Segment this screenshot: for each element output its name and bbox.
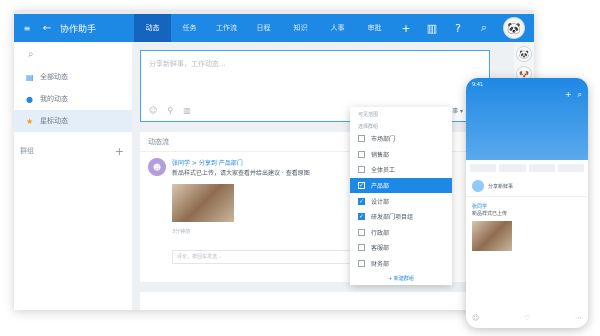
phone-chip[interactable] bbox=[557, 164, 584, 172]
phone-header-icons: + ⌕ bbox=[565, 90, 582, 100]
dropdown-option[interactable]: 销售部 bbox=[350, 147, 452, 163]
more-icon[interactable]: ⋯ bbox=[575, 314, 582, 322]
visibility-dropdown: 可见范围 选择群组 市场部门 销售部 全体员工 ✓ 产品部 ✓ 设计部 ✓ 研发部门项… bbox=[350, 107, 452, 285]
comment-input[interactable]: 评论，按回车发送... bbox=[172, 250, 372, 264]
app-title: 协作助手 bbox=[60, 24, 97, 35]
phone-compose-label: 分享新鲜事 bbox=[488, 183, 514, 190]
user-icon: ● bbox=[26, 94, 33, 104]
tab-calendar[interactable]: 日程 bbox=[245, 14, 282, 42]
option-label: 研发部门项目组 bbox=[371, 214, 414, 222]
dropdown-option[interactable]: 财务部 bbox=[350, 256, 452, 272]
option-label: 客服部 bbox=[371, 245, 390, 253]
dropdown-option[interactable]: ✓ 研发部门项目组 bbox=[350, 209, 452, 225]
phone-chip[interactable] bbox=[499, 164, 526, 172]
plus-icon[interactable]: + bbox=[393, 14, 419, 42]
phone-post: 张同学 新品样式已上传 bbox=[466, 197, 588, 257]
post-image[interactable] bbox=[172, 184, 234, 222]
phone-post-author[interactable]: 张同学 bbox=[472, 203, 582, 210]
add-group-icon[interactable]: + bbox=[115, 145, 124, 158]
option-label: 全体员工 bbox=[371, 167, 396, 175]
checkbox-icon bbox=[358, 260, 365, 268]
sidebar: ⌕ ▤ 全部动态 ● 我的动态 ★ 星标动态 群组 + bbox=[14, 42, 132, 310]
comment-icon[interactable]: ☺ bbox=[472, 314, 479, 322]
panda-avatar-icon[interactable]: 🐼 bbox=[516, 46, 532, 62]
like-icon[interactable]: ♡ bbox=[524, 314, 530, 322]
dropdown-section-label: 可见范围 bbox=[358, 112, 379, 118]
hamburger-menu-icon[interactable]: ≡ bbox=[14, 14, 40, 42]
new-group-link[interactable]: + 新建群组 bbox=[350, 271, 452, 285]
sidebar-item-label: 星标动态 bbox=[40, 117, 68, 125]
phone-post-text: 新品样式已上传 bbox=[472, 211, 508, 217]
sidebar-item-all-feed[interactable]: ▤ 全部动态 bbox=[14, 66, 132, 88]
sidebar-search-icon[interactable]: ⌕ bbox=[14, 42, 132, 66]
checkbox-icon bbox=[358, 166, 365, 174]
composer-placeholder: 分享新鲜事，工作动态... bbox=[149, 60, 226, 68]
phone-post-image[interactable] bbox=[472, 221, 512, 251]
post-author[interactable]: 张同学 > 分享到 产品部门 bbox=[172, 158, 243, 167]
book-icon[interactable]: ▥ bbox=[419, 14, 445, 42]
post-time: 3分钟前 bbox=[172, 229, 191, 235]
help-icon[interactable]: ? bbox=[445, 14, 471, 42]
phone-header: 9:41 + ⌕ bbox=[466, 78, 588, 160]
tab-knowledge[interactable]: 知识 bbox=[282, 14, 319, 42]
checkbox-icon bbox=[358, 228, 365, 236]
option-label: 设计部 bbox=[371, 198, 390, 206]
option-label: 产品部 bbox=[371, 183, 390, 191]
option-label: 财务部 bbox=[371, 261, 390, 269]
chart-icon[interactable]: ▥ bbox=[183, 106, 191, 115]
phone-filter-chips bbox=[466, 160, 588, 176]
feed-card-next bbox=[140, 292, 490, 310]
sidebar-group-label: 群组 bbox=[20, 147, 34, 155]
dropdown-option[interactable]: 全体员工 bbox=[350, 162, 452, 178]
option-label: 市场部门 bbox=[371, 136, 396, 144]
dropdown-option[interactable]: 客服部 bbox=[350, 240, 452, 256]
phone-post-actions: ☺ ♡ ⋯ bbox=[472, 314, 582, 322]
composer-toolbar: ☺ ⚲ ▥ bbox=[149, 106, 191, 115]
search-icon[interactable]: ⌕ bbox=[578, 90, 582, 100]
post-text: 新品样式已上传，请大家查看并给出建议 · 查看原图 bbox=[172, 170, 310, 177]
dropdown-sub-label: 选择群组 bbox=[358, 124, 379, 130]
plus-icon[interactable]: + bbox=[565, 90, 572, 100]
sidebar-item-starred[interactable]: ★ 星标动态 bbox=[14, 110, 132, 132]
checkbox-icon bbox=[358, 150, 365, 158]
phone-avatar bbox=[472, 180, 484, 192]
tab-workflow[interactable]: 工作流 bbox=[208, 14, 245, 42]
phone-chip[interactable] bbox=[528, 164, 555, 172]
feed-icon: ▤ bbox=[26, 72, 34, 82]
mobile-preview: 9:41 + ⌕ 分享新鲜事 张同学 新品样式已上传 ☺ ♡ ⋯ bbox=[466, 78, 588, 328]
star-icon: ★ bbox=[26, 116, 34, 126]
sidebar-item-label: 全部动态 bbox=[40, 73, 68, 81]
screenshot-stage: ≡ ← 协作助手 动态 任务 工作流 日程 知识 人事 审批 + ▥ ? ⌕ 🐼… bbox=[0, 0, 600, 336]
dropdown-option[interactable]: ✓ 产品部 bbox=[350, 177, 452, 194]
checkmark-icon: ✓ bbox=[358, 213, 365, 221]
main-window: ≡ ← 协作助手 动态 任务 工作流 日程 知识 人事 审批 + ▥ ? ⌕ 🐼… bbox=[14, 10, 534, 310]
checkmark-icon: ✓ bbox=[358, 182, 365, 190]
search-icon[interactable]: ⌕ bbox=[471, 14, 497, 42]
checkbox-icon bbox=[358, 244, 365, 252]
sidebar-group-header: 群组 + bbox=[14, 140, 132, 162]
attach-icon[interactable]: ⚲ bbox=[167, 106, 173, 115]
tab-tasks[interactable]: 任务 bbox=[171, 14, 208, 42]
tab-feed[interactable]: 动态 bbox=[134, 14, 171, 42]
dropdown-option[interactable]: ✓ 设计部 bbox=[350, 193, 452, 209]
user-avatar[interactable]: 🐼 bbox=[503, 17, 525, 39]
option-label: 销售部 bbox=[371, 151, 390, 159]
checkbox-icon bbox=[358, 135, 365, 143]
sidebar-item-my-feed[interactable]: ● 我的动态 bbox=[14, 88, 132, 110]
phone-compose-row[interactable]: 分享新鲜事 bbox=[466, 176, 588, 197]
sidebar-item-label: 我的动态 bbox=[40, 95, 68, 103]
tab-approval[interactable]: 审批 bbox=[356, 14, 393, 42]
main-tabs: 动态 任务 工作流 日程 知识 人事 审批 bbox=[134, 14, 393, 42]
back-arrow-icon[interactable]: ← bbox=[40, 23, 54, 34]
option-label: 行政部 bbox=[371, 229, 390, 237]
phone-chip[interactable] bbox=[470, 164, 497, 172]
dropdown-option[interactable]: 行政部 bbox=[350, 225, 452, 241]
top-navbar: ≡ ← 协作助手 动态 任务 工作流 日程 知识 人事 审批 + ▥ ? ⌕ 🐼 bbox=[14, 14, 534, 42]
phone-status-time: 9:41 bbox=[472, 82, 484, 88]
dropdown-option[interactable]: 市场部门 bbox=[350, 131, 452, 147]
emoji-icon[interactable]: ☺ bbox=[149, 106, 157, 115]
tab-hr[interactable]: 人事 bbox=[319, 14, 356, 42]
checkmark-icon: ✓ bbox=[358, 197, 365, 205]
post-avatar[interactable]: ☻ bbox=[148, 158, 166, 176]
